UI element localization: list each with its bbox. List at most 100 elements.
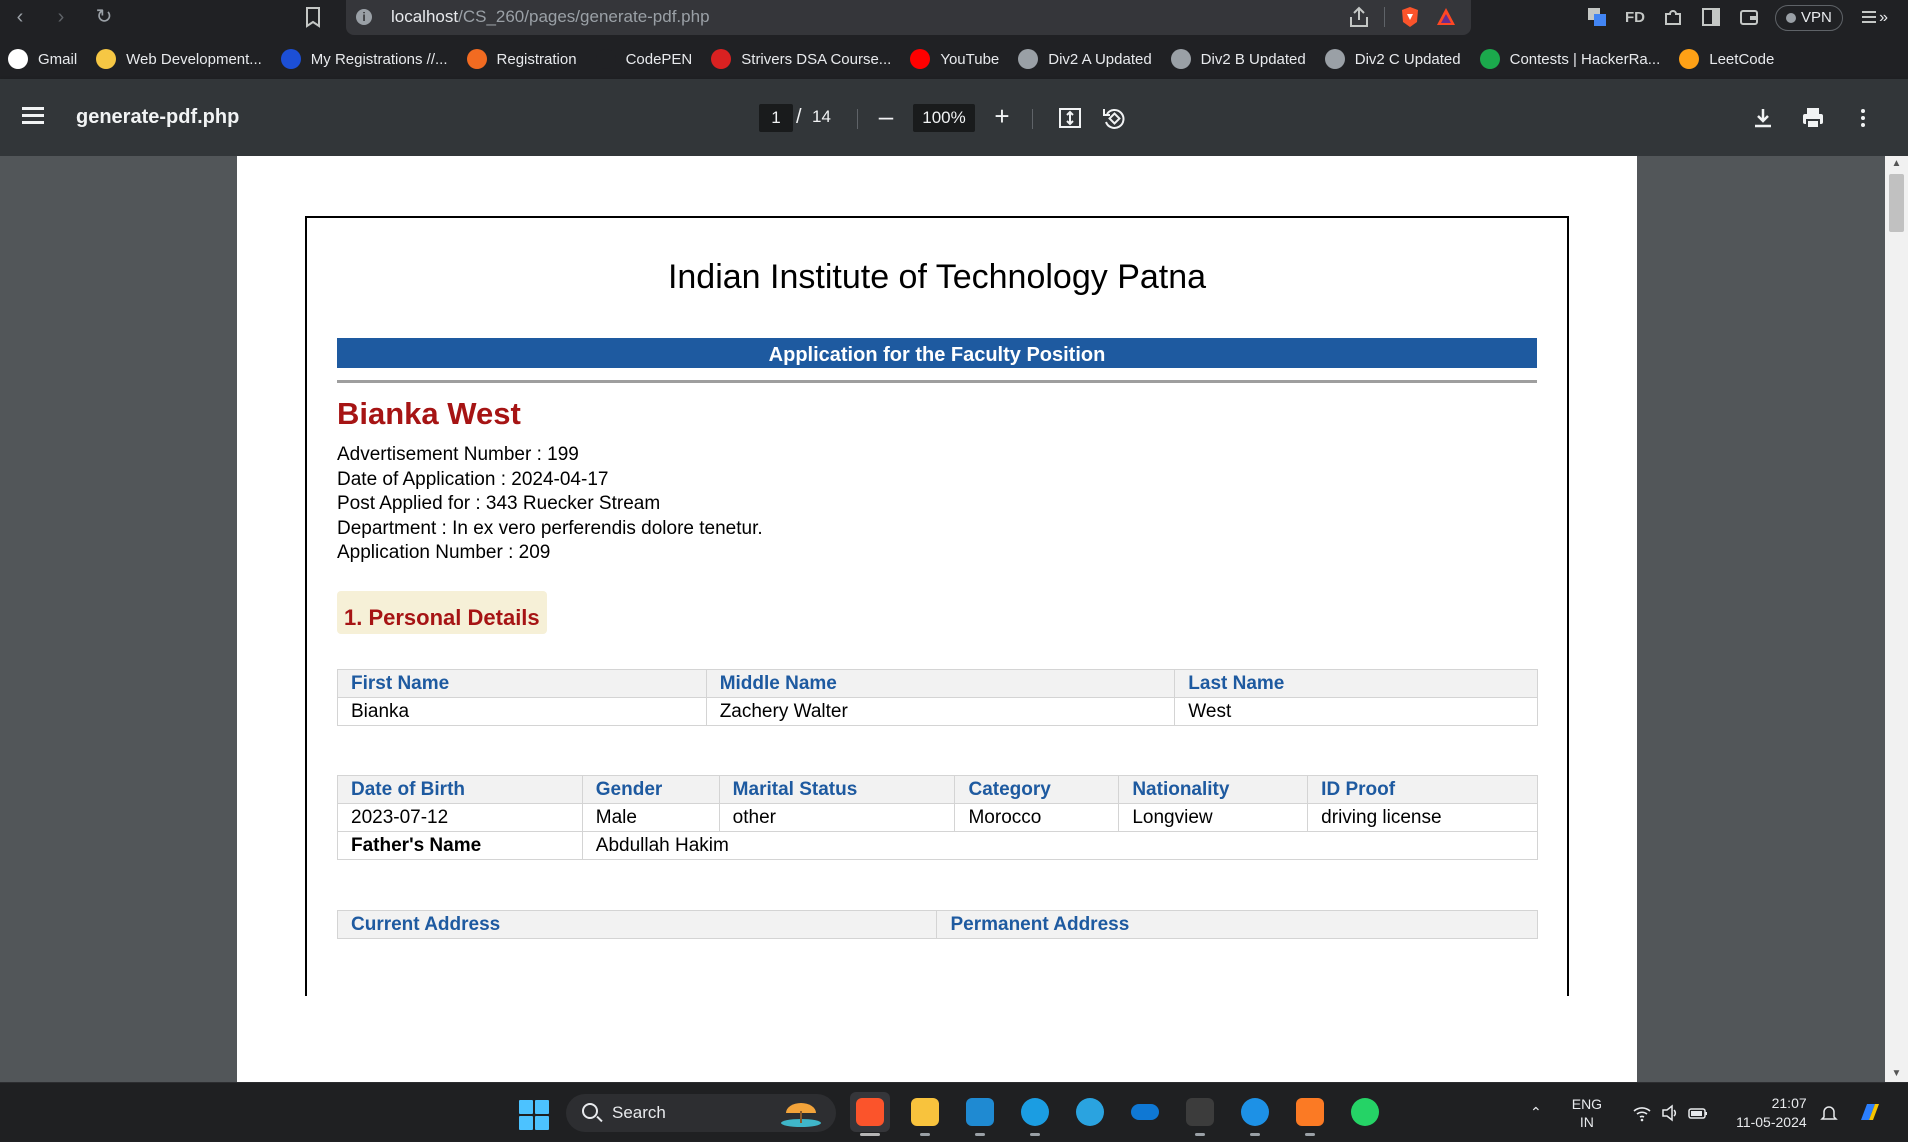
sidebar-toggle-icon[interactable] — [1699, 6, 1723, 30]
site-info-icon[interactable]: i — [356, 9, 372, 25]
scrollbar-thumb[interactable] — [1889, 174, 1904, 232]
bookmark-item[interactable]: Strivers DSA Course... — [711, 49, 891, 69]
father-name-label: Father's Name — [337, 831, 583, 860]
bookmarks-overflow-button[interactable]: » — [1879, 9, 1888, 27]
tuf-icon — [711, 49, 732, 69]
taskbar-app[interactable] — [905, 1092, 945, 1136]
zoom-in-button[interactable]: + — [987, 101, 1017, 131]
bookmark-item[interactable]: Div2 B Updated — [1170, 49, 1306, 69]
vpn-button[interactable]: VPN — [1775, 5, 1843, 31]
vertical-scrollbar[interactable]: ▲ ▼ — [1885, 156, 1908, 1082]
header-dob: Date of Birth — [337, 775, 583, 804]
unstop-icon — [280, 49, 301, 69]
bookmark-label: Web Development... — [126, 50, 262, 68]
bookmark-label: Gmail — [38, 50, 78, 68]
bookmark-item[interactable]: Gmail — [8, 49, 77, 69]
url-text[interactable]: localhost/CS_260/pages/generate-pdf.php — [391, 7, 710, 27]
system-tray: ⌃ ENG IN 21:07 11-05-2024 — [1530, 1083, 1893, 1142]
bookmark-item[interactable]: YouTube — [910, 49, 999, 69]
zoom-level-input[interactable]: 100% — [913, 104, 975, 132]
share-icon[interactable] — [1348, 5, 1370, 29]
back-button[interactable]: ‹ — [7, 4, 33, 30]
nationality-value: Longview — [1118, 803, 1309, 832]
pdf-document-area[interactable]: Indian Institute of Technology Patna App… — [0, 156, 1890, 1082]
bookmark-label: YouTube — [940, 50, 1000, 68]
windows-start-icon[interactable] — [519, 1100, 549, 1130]
extensions-puzzle-icon[interactable] — [1661, 6, 1685, 30]
taskbar-app[interactable] — [1015, 1092, 1055, 1136]
wifi-icon[interactable] — [1632, 1104, 1652, 1122]
edge-icon — [1021, 1098, 1049, 1126]
scroll-up-arrow[interactable]: ▲ — [1885, 156, 1908, 172]
docker-icon — [1241, 1098, 1269, 1126]
address-bar[interactable]: i localhost/CS_260/pages/generate-pdf.ph… — [346, 0, 1471, 35]
fd-extension-icon[interactable]: FD — [1623, 6, 1647, 30]
bookmark-item[interactable]: LeetCode — [1679, 49, 1774, 69]
taskbar-app[interactable] — [1235, 1092, 1275, 1136]
search-placeholder: Search — [612, 1103, 666, 1122]
notification-bell-icon[interactable] — [1819, 1103, 1839, 1123]
scroll-down-arrow[interactable]: ▼ — [1885, 1066, 1908, 1082]
wallet-icon[interactable] — [1737, 6, 1761, 30]
taskbar-app[interactable] — [1290, 1092, 1330, 1136]
browser-menu-icon[interactable] — [1857, 6, 1881, 30]
taskbar-app[interactable] — [850, 1092, 890, 1136]
personal-details-table: Date of Birth Gender Marital Status Cate… — [337, 775, 1539, 860]
system-clock[interactable]: 21:07 11-05-2024 — [1736, 1094, 1807, 1132]
registration-icon — [466, 49, 487, 69]
bookmark-item[interactable]: Div2 C Updated — [1324, 49, 1461, 69]
sidebar-menu-icon[interactable] — [22, 107, 44, 125]
more-options-icon[interactable] — [1850, 105, 1876, 131]
bookmark-item[interactable]: My Registrations //... — [280, 49, 448, 69]
table-row: Father's Name Abdullah Hakim — [337, 831, 1539, 860]
xampp-icon — [1296, 1098, 1324, 1126]
application-number: Application Number : 209 — [337, 542, 551, 563]
download-icon[interactable] — [1750, 105, 1776, 131]
table-header-row: Date of Birth Gender Marital Status Cate… — [337, 775, 1538, 804]
bookmark-icon[interactable] — [303, 6, 323, 28]
pdf-toolbar: generate-pdf.php 1 / 14 – 100% + — [0, 79, 1908, 156]
rotate-icon[interactable] — [1101, 105, 1127, 131]
name-table: First Name Middle Name Last Name Bianka … — [337, 669, 1538, 726]
fit-to-page-icon[interactable] — [1057, 105, 1083, 131]
taskbar-app[interactable] — [1180, 1092, 1220, 1136]
taskbar-app[interactable] — [1070, 1092, 1110, 1132]
father-name-value: Abdullah Hakim — [581, 831, 1539, 860]
web-dev-icon — [96, 49, 117, 69]
terminal-icon — [1186, 1098, 1214, 1126]
running-indicator — [1030, 1133, 1040, 1136]
brave-rewards-icon[interactable] — [1435, 5, 1457, 29]
bookmark-item[interactable]: Div2 A Updated — [1018, 49, 1152, 69]
header-category: Category — [954, 775, 1120, 804]
bookmark-label: LeetCode — [1709, 50, 1775, 68]
taskbar-app[interactable] — [960, 1092, 1000, 1136]
gender-value: Male — [581, 803, 720, 832]
taskbar-search-box[interactable]: Search — [566, 1094, 836, 1132]
brave-shields-icon[interactable] — [1399, 5, 1421, 29]
bookmark-item[interactable]: Web Development... — [96, 49, 262, 69]
bookmark-label: CodePEN — [625, 50, 693, 68]
running-indicator — [1250, 1133, 1260, 1136]
dob-value: 2023-07-12 — [337, 803, 583, 832]
reload-button[interactable]: ↻ — [91, 4, 117, 30]
zoom-out-button[interactable]: – — [871, 101, 901, 131]
bookmark-item[interactable]: CodePEN — [595, 49, 693, 69]
copilot-icon[interactable] — [1855, 1098, 1885, 1128]
translate-extension-icon[interactable] — [1585, 6, 1609, 30]
language-indicator[interactable]: ENG IN — [1572, 1095, 1602, 1131]
applicant-name: Bianka West — [337, 396, 521, 431]
bookmark-item[interactable]: Registration — [466, 49, 577, 69]
taskbar-app[interactable] — [1345, 1092, 1385, 1132]
tray-overflow-chevron-icon[interactable]: ⌃ — [1530, 1104, 1542, 1121]
globe-icon — [1018, 49, 1039, 69]
forward-button[interactable]: › — [48, 4, 74, 30]
volume-icon[interactable] — [1660, 1103, 1680, 1122]
print-icon[interactable] — [1800, 105, 1826, 131]
page-number-input[interactable]: 1 — [759, 104, 793, 132]
running-indicator — [920, 1133, 930, 1136]
taskbar-app[interactable] — [1125, 1092, 1165, 1132]
battery-icon[interactable] — [1688, 1104, 1708, 1122]
bookmark-item[interactable]: Contests | HackerRa... — [1479, 49, 1660, 69]
header-current-address: Current Address — [336, 910, 938, 939]
table-row: 2023-07-12 Male other Morocco Longview d… — [337, 803, 1538, 832]
